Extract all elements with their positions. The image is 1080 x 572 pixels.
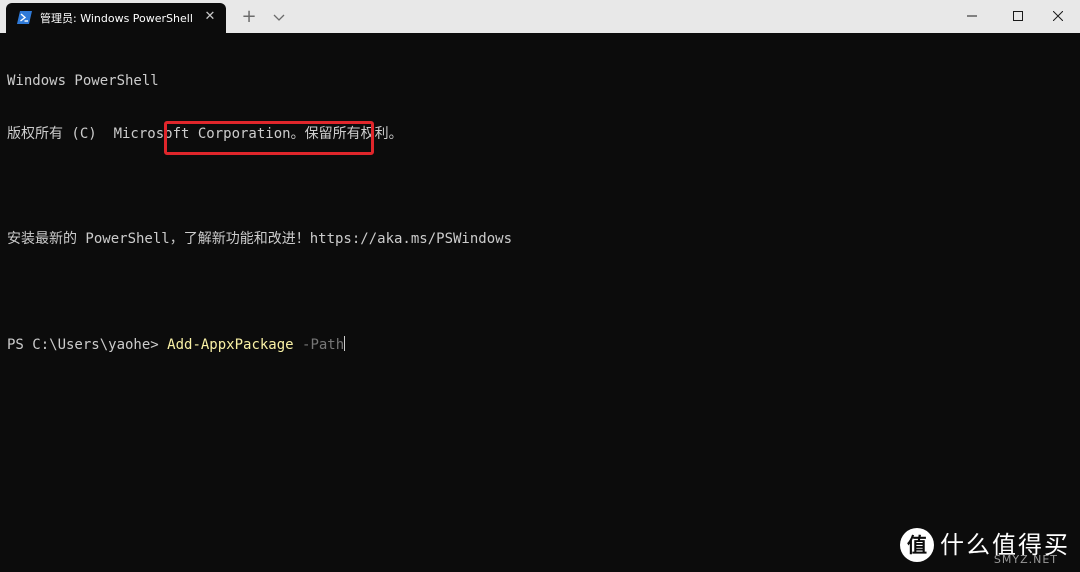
watermark-logo-char: 值 xyxy=(907,533,927,557)
text-cursor xyxy=(344,335,346,351)
terminal-output[interactable]: Windows PowerShell 版权所有 (C) Microsoft Co… xyxy=(7,38,1067,388)
watermark-sub: SMYZ.NET xyxy=(993,553,1058,566)
output-line: 安装最新的 PowerShell，了解新功能和改进！https://aka.ms… xyxy=(7,230,513,247)
parameter-text: -Path xyxy=(293,336,345,353)
new-tab-button[interactable]: + xyxy=(240,8,258,26)
prompt-line[interactable]: PS C:\Users\yaohe> Add-AppxPackage -Path xyxy=(7,335,1067,354)
minimize-icon xyxy=(967,15,977,17)
minimize-button[interactable] xyxy=(949,0,995,33)
command-text: Add-AppxPackage xyxy=(167,336,294,353)
close-icon xyxy=(1053,11,1063,21)
close-tab-icon[interactable]: ✕ xyxy=(202,9,218,25)
maximize-icon xyxy=(1013,11,1023,21)
prompt-text: PS C:\Users\yaohe> xyxy=(7,336,168,353)
output-line: Windows PowerShell xyxy=(7,73,159,89)
command-highlight-box xyxy=(164,121,374,155)
title-bar: 管理员: Windows PowerShell ✕ + xyxy=(0,0,1080,33)
chevron-down-icon[interactable] xyxy=(270,8,288,26)
tab-title: 管理员: Windows PowerShell xyxy=(40,12,193,25)
powershell-icon xyxy=(17,11,32,24)
close-window-button[interactable] xyxy=(1035,0,1080,33)
tab-powershell[interactable]: 管理员: Windows PowerShell ✕ xyxy=(6,3,226,33)
terminal-window: 管理员: Windows PowerShell ✕ + Windows Powe… xyxy=(0,0,1080,572)
watermark-logo: 值 xyxy=(900,528,934,562)
